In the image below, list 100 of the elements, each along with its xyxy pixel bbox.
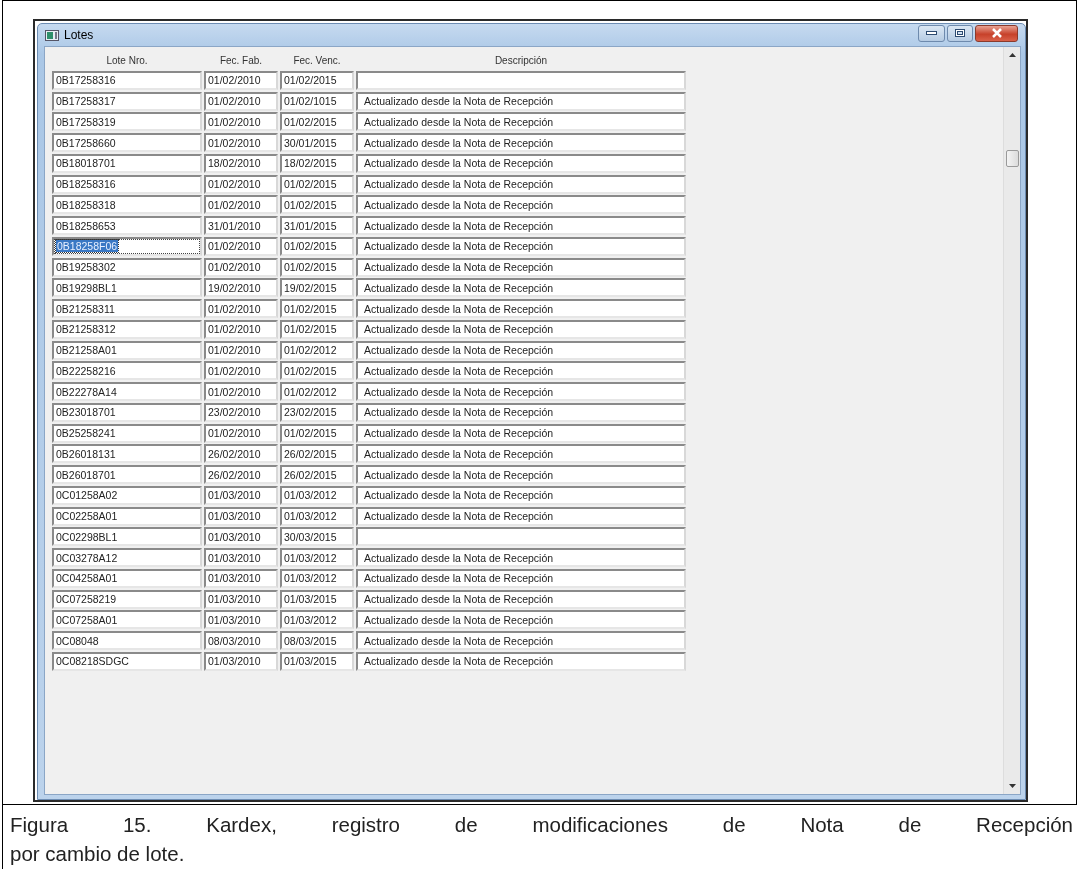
description-field[interactable]: Actualizado desde la Nota de Recepción [356, 465, 686, 485]
date-field[interactable]: 01/02/2015 [280, 361, 354, 381]
description-field[interactable]: Actualizado desde la Nota de Recepción [356, 153, 686, 173]
date-field[interactable]: 01/02/2015 [280, 319, 354, 339]
lote-field[interactable]: 0B17258319 [52, 112, 202, 132]
description-field[interactable]: Actualizado desde la Nota de Recepción [356, 506, 686, 526]
lote-field[interactable]: 0C08218SDGC [52, 651, 202, 671]
lote-field[interactable]: 0B18258318 [52, 195, 202, 215]
description-field[interactable]: Actualizado desde la Nota de Recepción [356, 278, 686, 298]
date-field[interactable]: 01/03/2012 [280, 485, 354, 505]
lote-field[interactable]: 0B26018131 [52, 444, 202, 464]
date-field[interactable]: 01/03/2010 [204, 651, 278, 671]
maximize-button[interactable] [947, 24, 973, 42]
date-field[interactable]: 01/02/1015 [280, 91, 354, 111]
date-field[interactable]: 01/02/2010 [204, 112, 278, 132]
description-field[interactable]: Actualizado desde la Nota de Recepción [356, 382, 686, 402]
description-field[interactable] [356, 527, 686, 547]
date-field[interactable]: 01/02/2010 [204, 382, 278, 402]
date-field[interactable]: 01/03/2010 [204, 506, 278, 526]
lote-field[interactable]: 0B22278A14 [52, 382, 202, 402]
date-field[interactable]: 30/03/2015 [280, 527, 354, 547]
description-field[interactable]: Actualizado desde la Nota de Recepción [356, 485, 686, 505]
date-field[interactable]: 01/02/2010 [204, 361, 278, 381]
date-field[interactable]: 01/02/2015 [280, 257, 354, 277]
date-field[interactable]: 01/02/2010 [204, 91, 278, 111]
description-field[interactable]: Actualizado desde la Nota de Recepción [356, 631, 686, 651]
date-field[interactable]: 01/02/2010 [204, 257, 278, 277]
description-field[interactable]: Actualizado desde la Nota de Recepción [356, 133, 686, 153]
lote-field[interactable]: 0B23018701 [52, 402, 202, 422]
date-field[interactable]: 01/02/2010 [204, 319, 278, 339]
scroll-thumb[interactable] [1005, 150, 1019, 167]
lote-field[interactable]: 0B18258653 [52, 216, 202, 236]
lote-field[interactable]: 0B19298BL1 [52, 278, 202, 298]
date-field[interactable]: 18/02/2010 [204, 153, 278, 173]
date-field[interactable]: 01/02/2015 [280, 236, 354, 256]
date-field[interactable]: 01/03/2015 [280, 589, 354, 609]
date-field[interactable]: 18/02/2015 [280, 153, 354, 173]
date-field[interactable]: 01/03/2015 [280, 651, 354, 671]
lote-field[interactable]: 0B21258A01 [52, 340, 202, 360]
lote-field[interactable]: 0C02258A01 [52, 506, 202, 526]
close-button[interactable] [975, 24, 1018, 42]
date-field[interactable]: 01/03/2010 [204, 527, 278, 547]
description-field[interactable]: Actualizado desde la Nota de Recepción [356, 216, 686, 236]
description-field[interactable]: Actualizado desde la Nota de Recepción [356, 651, 686, 671]
date-field[interactable]: 31/01/2010 [204, 216, 278, 236]
date-field[interactable]: 01/03/2012 [280, 506, 354, 526]
description-field[interactable]: Actualizado desde la Nota de Recepción [356, 423, 686, 443]
description-field[interactable]: Actualizado desde la Nota de Recepción [356, 91, 686, 111]
lote-field[interactable]: 0B19258302 [52, 257, 202, 277]
lote-field[interactable]: 0B21258311 [52, 299, 202, 319]
date-field[interactable]: 01/02/2012 [280, 340, 354, 360]
lote-field[interactable]: 0C07258219 [52, 589, 202, 609]
lote-field[interactable]: 0B18018701 [52, 153, 202, 173]
description-field[interactable]: Actualizado desde la Nota de Recepción [356, 444, 686, 464]
description-field[interactable]: Actualizado desde la Nota de Recepción [356, 319, 686, 339]
date-field[interactable]: 30/01/2015 [280, 133, 354, 153]
lote-field[interactable]: 0C07258A01 [52, 610, 202, 630]
date-field[interactable]: 08/03/2015 [280, 631, 354, 651]
scrollbar[interactable] [1003, 47, 1020, 794]
description-field[interactable]: Actualizado desde la Nota de Recepción [356, 568, 686, 588]
lote-field[interactable]: 0C03278A12 [52, 548, 202, 568]
description-field[interactable]: Actualizado desde la Nota de Recepción [356, 340, 686, 360]
date-field[interactable]: 01/02/2015 [280, 112, 354, 132]
lote-field[interactable]: 0B21258312 [52, 319, 202, 339]
lote-field[interactable]: 0C02298BL1 [52, 527, 202, 547]
date-field[interactable]: 23/02/2015 [280, 402, 354, 422]
date-field[interactable]: 01/03/2010 [204, 568, 278, 588]
description-field[interactable]: Actualizado desde la Nota de Recepción [356, 361, 686, 381]
date-field[interactable]: 01/02/2010 [204, 340, 278, 360]
minimize-button[interactable] [918, 24, 945, 42]
date-field[interactable]: 01/02/2010 [204, 174, 278, 194]
date-field[interactable]: 01/02/2010 [204, 236, 278, 256]
lote-field[interactable]: 0C08048 [52, 631, 202, 651]
date-field[interactable]: 01/03/2010 [204, 589, 278, 609]
lote-field[interactable]: 0B26018701 [52, 465, 202, 485]
lote-field[interactable]: 0B25258241 [52, 423, 202, 443]
date-field[interactable]: 01/02/2015 [280, 174, 354, 194]
description-field[interactable]: Actualizado desde la Nota de Recepción [356, 112, 686, 132]
lote-field[interactable]: 0B17258660 [52, 133, 202, 153]
description-field[interactable]: Actualizado desde la Nota de Recepción [356, 174, 686, 194]
lote-field[interactable]: 0B17258317 [52, 91, 202, 111]
date-field[interactable]: 31/01/2015 [280, 216, 354, 236]
description-field[interactable]: Actualizado desde la Nota de Recepción [356, 195, 686, 215]
description-field[interactable]: Actualizado desde la Nota de Recepción [356, 402, 686, 422]
date-field[interactable]: 01/03/2012 [280, 610, 354, 630]
lote-field[interactable]: 0B18258F06 [52, 236, 202, 256]
scroll-up-icon[interactable] [1008, 53, 1016, 57]
date-field[interactable]: 01/03/2010 [204, 548, 278, 568]
lote-field[interactable]: 0C04258A01 [52, 568, 202, 588]
lote-field[interactable]: 0B18258316 [52, 174, 202, 194]
description-field[interactable]: Actualizado desde la Nota de Recepción [356, 589, 686, 609]
date-field[interactable]: 01/02/2010 [204, 70, 278, 90]
date-field[interactable]: 01/02/2012 [280, 382, 354, 402]
date-field[interactable]: 01/02/2015 [280, 423, 354, 443]
lote-field[interactable]: 0C01258A02 [52, 485, 202, 505]
date-field[interactable]: 01/03/2010 [204, 610, 278, 630]
scroll-down-icon[interactable] [1008, 784, 1016, 788]
lote-field[interactable]: 0B22258216 [52, 361, 202, 381]
lote-field[interactable]: 0B17258316 [52, 70, 202, 90]
date-field[interactable]: 01/03/2012 [280, 568, 354, 588]
